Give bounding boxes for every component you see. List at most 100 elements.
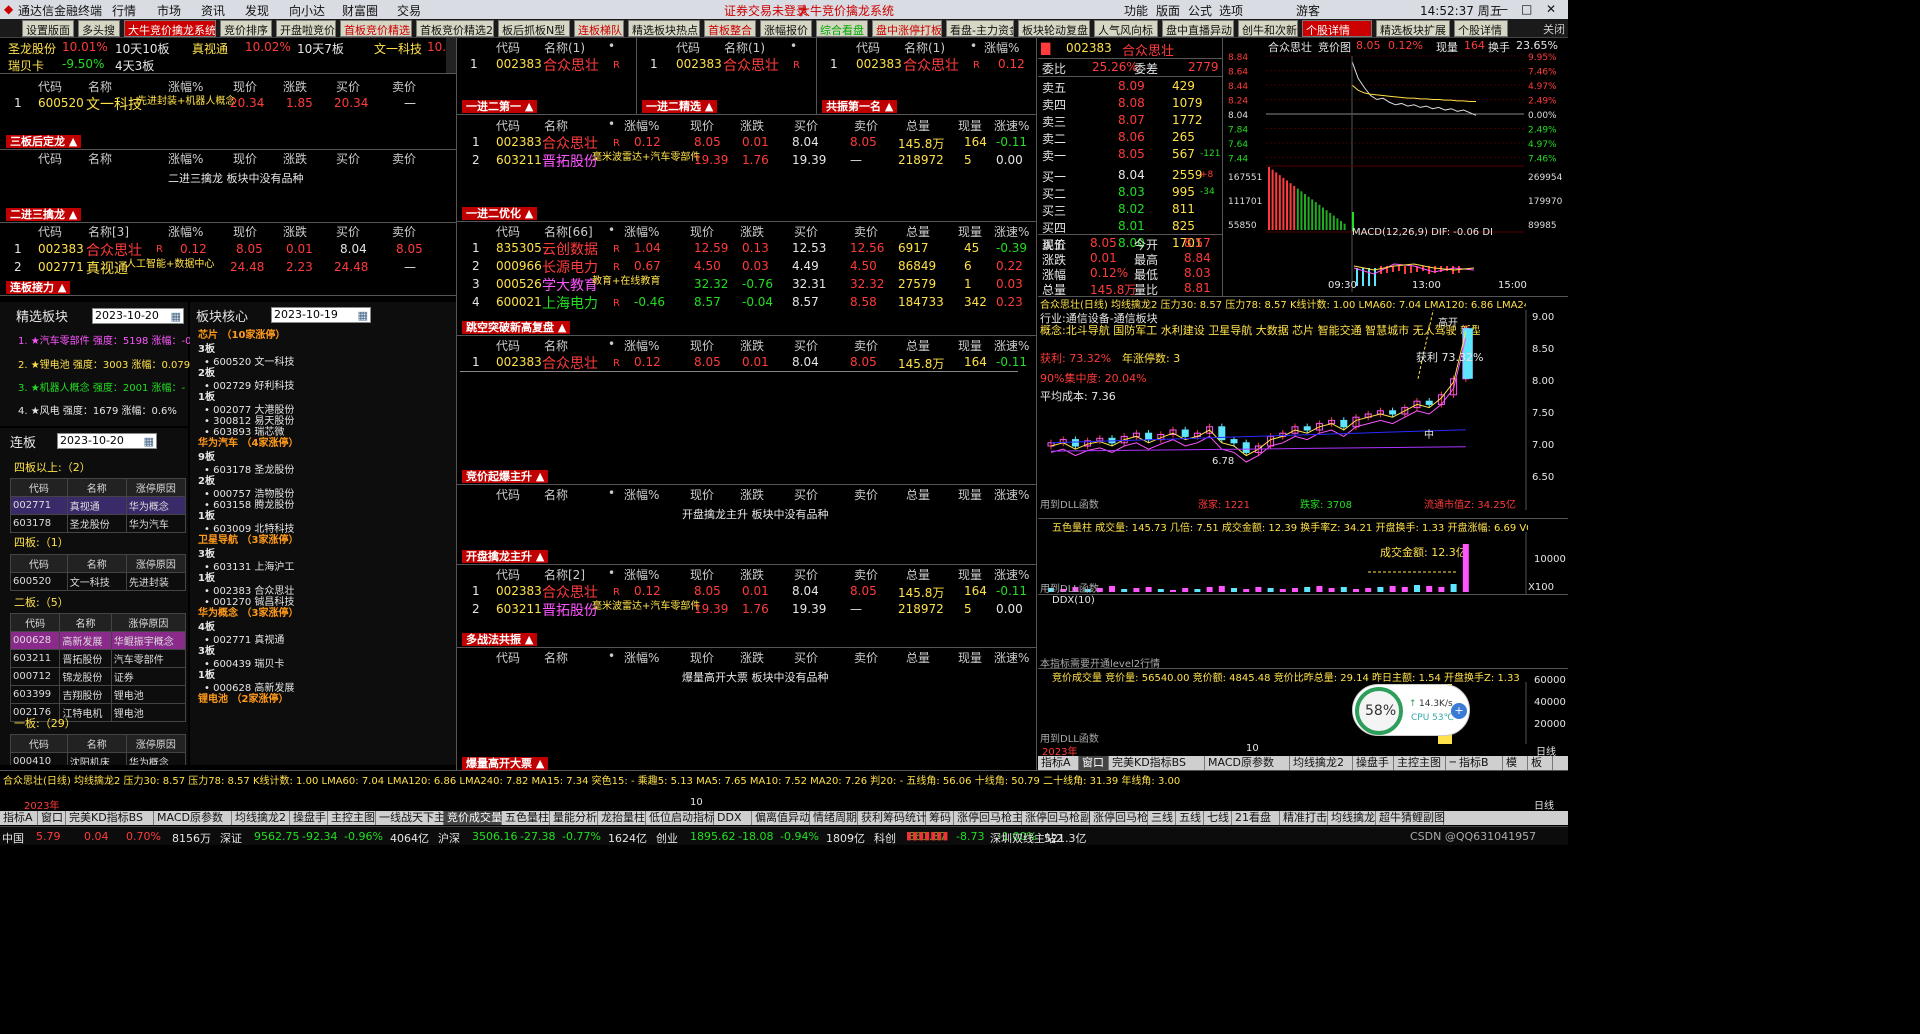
bottom-tab[interactable]: 获利筹码统计 xyxy=(858,811,927,825)
col-chg[interactable]: 涨跌 xyxy=(283,150,307,166)
menu-zixun[interactable]: 资讯 xyxy=(201,2,225,19)
col-7[interactable]: 总量 xyxy=(906,566,930,582)
section-youhua[interactable]: 一进二优化 ▲ xyxy=(462,207,538,220)
row-code[interactable]: 002383 xyxy=(38,242,84,256)
row-code[interactable]: 002383 xyxy=(856,57,902,71)
col-3[interactable]: 现价 xyxy=(690,337,714,353)
col-sort-icon[interactable]: • xyxy=(970,39,977,55)
col-6[interactable]: 卖价 xyxy=(854,337,878,353)
calendar-icon[interactable]: ▦ xyxy=(144,435,154,449)
col-0[interactable]: 代码 xyxy=(496,486,520,502)
col-2[interactable]: 涨幅% xyxy=(624,117,659,133)
speed-widget[interactable]: 58% ↑ 14.3K/s CPU 53℃ + xyxy=(1352,684,1470,736)
col-0[interactable]: 代码 xyxy=(496,117,520,133)
table-row[interactable]: 603399 吉翔股份 锂电池 xyxy=(9,685,187,704)
col-price[interactable]: 现价 xyxy=(233,223,257,239)
bankuai-group-title[interactable]: 华为汽车 （4家涨停） xyxy=(198,434,298,449)
col-sort-icon[interactable]: • xyxy=(608,117,615,133)
col-9[interactable]: 涨速% xyxy=(994,649,1029,665)
ticker-name-3[interactable]: 文一科技 xyxy=(374,40,422,57)
close-tab-label[interactable]: 关闭 xyxy=(1540,20,1568,37)
col-9[interactable]: 涨速% xyxy=(994,486,1029,502)
bottom-period[interactable]: 日线 xyxy=(1534,797,1554,812)
ddx-panel[interactable]: DDX(10) 本指标需要开通level2行情 xyxy=(1038,594,1568,670)
col-name[interactable]: 名称(1) xyxy=(724,39,765,55)
col-bid[interactable]: 买价 xyxy=(336,150,360,166)
col-ask[interactable]: 卖价 xyxy=(392,150,416,166)
ticker-scrollbar[interactable] xyxy=(446,38,456,74)
jingxuan-item[interactable]: 3. ★机器人概念 强度：2001 涨幅：- xyxy=(18,379,185,394)
tab-zhangfu[interactable]: 涨幅报价 xyxy=(760,20,812,37)
bottom-tab[interactable]: 21看盘 xyxy=(1232,811,1280,825)
right-tab[interactable]: 主控主图 xyxy=(1394,756,1446,770)
col-8[interactable]: 现量 xyxy=(958,566,982,582)
col-pct[interactable]: 涨幅% xyxy=(168,150,203,166)
bottom-tab[interactable]: 指标A xyxy=(0,811,38,825)
tab-duotou[interactable]: 多头搜 xyxy=(78,20,120,37)
bottom-tab[interactable]: 均线擒龙2 xyxy=(232,811,290,825)
menu-faxian[interactable]: 发现 xyxy=(245,2,269,19)
bottom-tab[interactable]: 筹码 xyxy=(926,811,954,825)
table-row[interactable]: 002771 真视通 华为概念 xyxy=(10,496,187,515)
bottom-tab[interactable]: 低位启动指标 xyxy=(646,811,715,825)
section-duozhan[interactable]: 多战法共振 ▲ xyxy=(462,633,538,646)
row-name[interactable]: 文一科技 xyxy=(86,94,142,114)
index-name[interactable]: 创业 xyxy=(656,830,678,846)
col-name[interactable]: 名称 xyxy=(88,150,112,166)
col-7[interactable]: 总量 xyxy=(906,337,930,353)
col-pct[interactable]: 涨幅% xyxy=(984,39,1019,55)
row-code[interactable]: 835305 xyxy=(496,241,542,255)
col-9[interactable]: 涨速% xyxy=(994,223,1029,239)
index-name[interactable]: 沪深 xyxy=(438,830,460,846)
right-tab[interactable]: 模 xyxy=(1503,756,1528,770)
bottom-tab[interactable]: 七线 xyxy=(1204,811,1232,825)
col-5[interactable]: 买价 xyxy=(794,486,818,502)
col-9[interactable]: 涨速% xyxy=(994,337,1029,353)
col-5[interactable]: 买价 xyxy=(794,566,818,582)
section-baoliang[interactable]: 爆量高开大票 ▲ xyxy=(462,757,549,770)
col-3[interactable]: 现价 xyxy=(690,566,714,582)
tab-banhou[interactable]: 板后抓板N型 xyxy=(498,20,570,37)
jingxuan-date-picker[interactable]: 2023-10-20 ▦ xyxy=(92,308,184,324)
intraday-chart[interactable]: 合众思壮 竞价图 8.05 0.12% 现量 164 换手 23.65% 8.8… xyxy=(1224,38,1568,296)
col-1[interactable]: 名称 xyxy=(544,649,568,665)
jingxuan-item[interactable]: 4. ★风电 强度：1679 涨幅：0.6% xyxy=(18,402,177,417)
bottom-tab[interactable]: 五线 xyxy=(1176,811,1204,825)
col-4[interactable]: 涨跌 xyxy=(740,117,764,133)
row-code[interactable]: 002383 xyxy=(496,135,542,149)
section-kaipan[interactable]: 开盘擒龙主升 ▲ xyxy=(462,550,549,563)
bankuai-stock[interactable]: • 600520 文一科技 xyxy=(204,353,294,368)
row-name[interactable]: 晋拓股份 xyxy=(542,600,598,620)
minimize-icon[interactable]: — xyxy=(1496,2,1508,16)
col-0[interactable]: 代码 xyxy=(496,566,520,582)
row-name[interactable]: 长源电力 xyxy=(542,257,598,277)
col-1[interactable]: 名称 xyxy=(544,486,568,502)
tab-zhibo[interactable]: 盘中直播异动 xyxy=(1162,20,1234,37)
col-6[interactable]: 卖价 xyxy=(854,117,878,133)
bankuai-stock[interactable]: • 002729 好利科技 xyxy=(204,377,294,392)
row-code[interactable]: 603211 xyxy=(496,153,542,167)
col-9[interactable]: 涨速% xyxy=(994,117,1029,133)
bankuai-stock[interactable]: • 603178 圣龙股份 xyxy=(204,461,294,476)
col-8[interactable]: 现量 xyxy=(958,223,982,239)
bottom-tab[interactable]: 超牛猜鲤副图 xyxy=(1376,811,1445,825)
menu-gongshi[interactable]: 公式 xyxy=(1188,2,1212,19)
row-code[interactable]: 002383 xyxy=(496,57,542,71)
menu-banmian[interactable]: 版面 xyxy=(1156,2,1180,19)
tab-daniu[interactable]: 大牛竞价擒龙系统 xyxy=(124,20,216,37)
col-6[interactable]: 卖价 xyxy=(854,486,878,502)
col-chg[interactable]: 涨跌 xyxy=(283,78,307,94)
table-row[interactable]: 000410 沈阳机床 华为概念 xyxy=(10,752,187,765)
col-5[interactable]: 买价 xyxy=(794,649,818,665)
col-7[interactable]: 总量 xyxy=(906,649,930,665)
col-bid[interactable]: 买价 xyxy=(336,223,360,239)
col-2[interactable]: 涨幅% xyxy=(624,649,659,665)
col-7[interactable]: 总量 xyxy=(906,223,930,239)
bottom-tab[interactable]: 精准打击 xyxy=(1280,811,1328,825)
bottom-tab[interactable]: 竞价成交量 xyxy=(444,811,502,825)
tab-lianban[interactable]: 连板梯队 xyxy=(574,20,624,37)
col-3[interactable]: 现价 xyxy=(690,117,714,133)
col-code[interactable]: 代码 xyxy=(856,39,880,55)
right-tab[interactable]: 板 xyxy=(1528,756,1553,770)
col-4[interactable]: 涨跌 xyxy=(740,566,764,582)
